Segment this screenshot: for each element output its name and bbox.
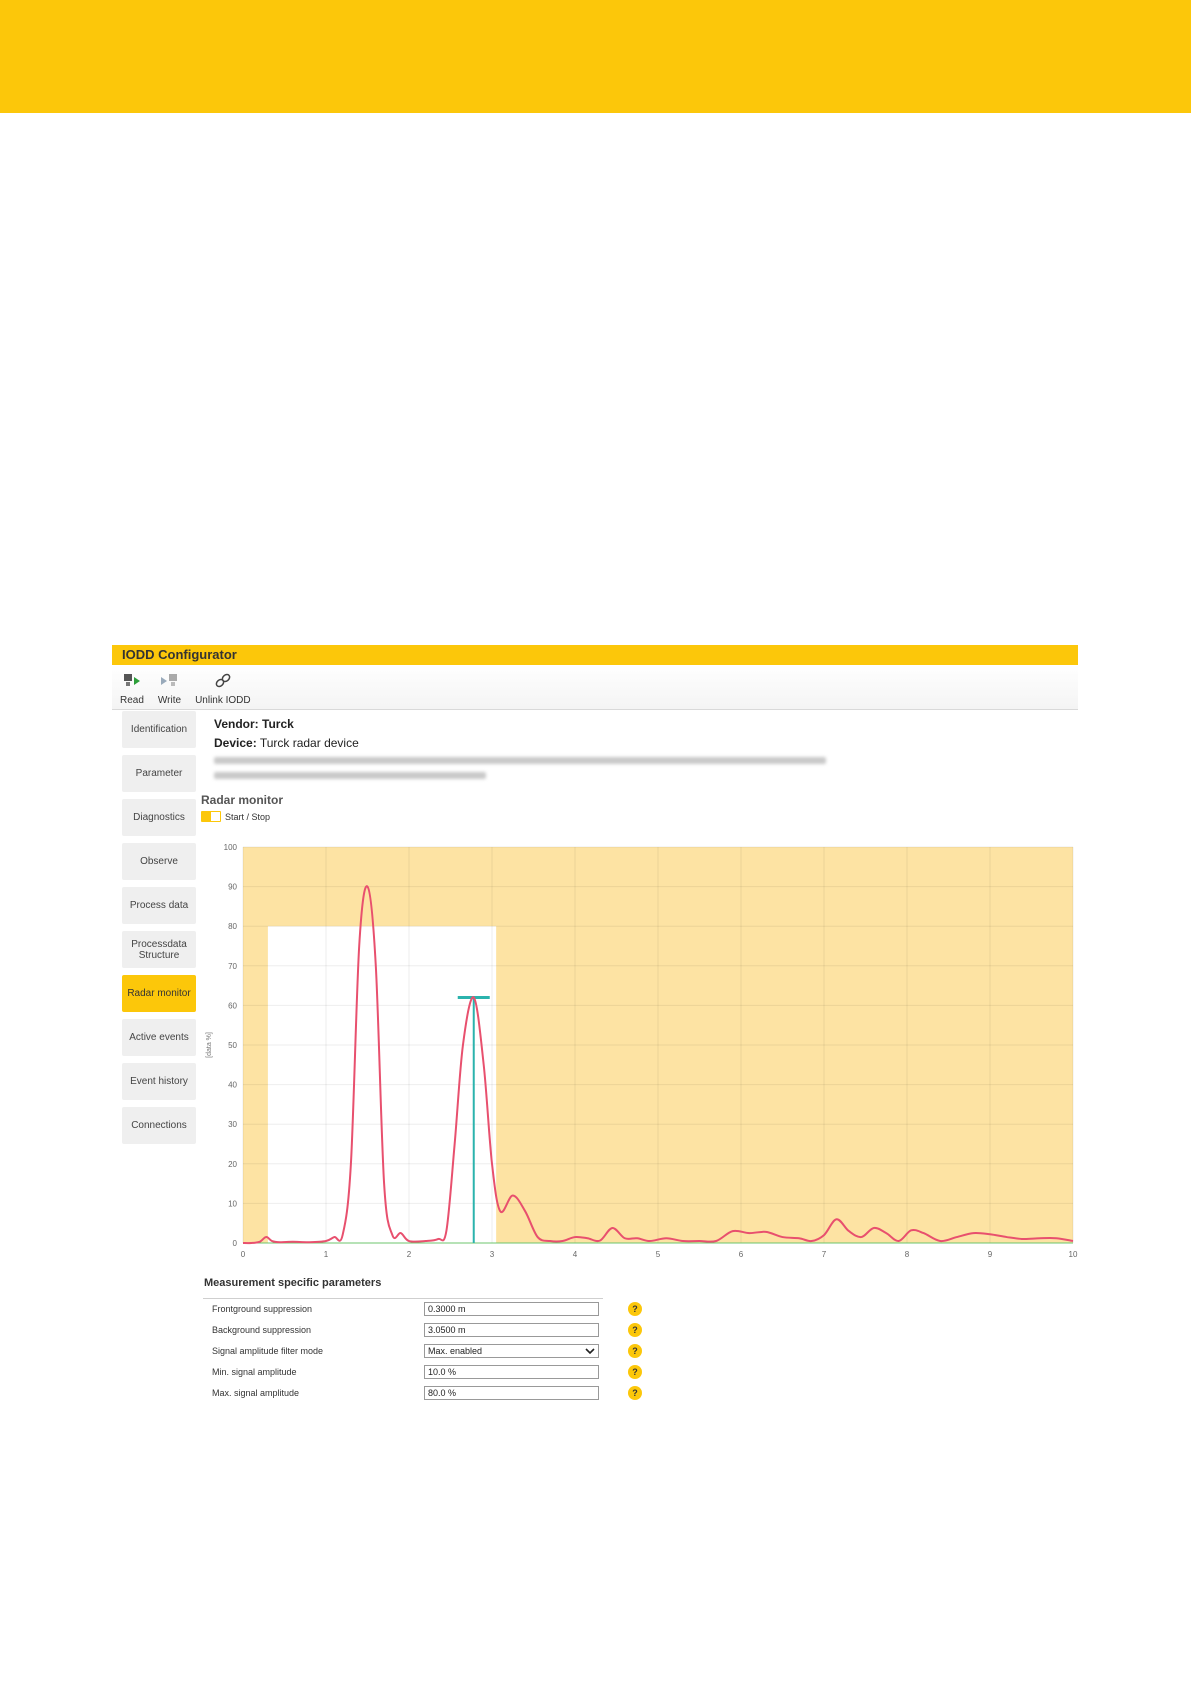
background-suppression-input[interactable]: 3.0500 m [424, 1323, 599, 1337]
x-tick-label: 2 [407, 1250, 412, 1259]
sidebar-item-label: Radar monitor [127, 988, 191, 999]
x-tick-label: 6 [739, 1250, 744, 1259]
help-icon[interactable]: ? [628, 1323, 642, 1337]
start-stop-label: Start / Stop [225, 811, 271, 822]
sidebar-item-label: Diagnostics [133, 812, 185, 823]
device-details-redacted [214, 772, 486, 779]
sidebar-item-label: Identification [130, 724, 188, 735]
param-row-signal-amplitude-filter-mode: Signal amplitude filter mode Max. enable… [212, 1344, 652, 1360]
sidebar-item-connections[interactable]: Connections [122, 1107, 196, 1144]
sidebar-item-processdata-structure[interactable]: Processdata Structure [122, 931, 196, 968]
x-tick-label: 3 [490, 1250, 495, 1259]
help-icon[interactable]: ? [628, 1344, 642, 1358]
read-label: Read [120, 695, 144, 706]
write-label: Write [157, 695, 182, 706]
param-row-max-signal-amplitude: Max. signal amplitude 80.0 % ? [212, 1386, 652, 1402]
x-tick-label: 9 [988, 1250, 993, 1259]
y-tick-label: 100 [224, 843, 238, 852]
y-tick-label: 40 [228, 1081, 237, 1090]
params-title: Measurement specific parameters [204, 1277, 382, 1289]
unlink-iodd-button[interactable]: Unlink IODD [195, 673, 251, 709]
params-divider [203, 1298, 603, 1299]
unlink-icon [215, 673, 231, 688]
start-stop-toggle[interactable] [201, 811, 221, 822]
sidebar-item-active-events[interactable]: Active events [122, 1019, 196, 1056]
sidebar-item-process-data[interactable]: Process data [122, 887, 196, 924]
frontground-suppression-input[interactable]: 0.3000 m [424, 1302, 599, 1316]
y-tick-label: 70 [228, 962, 237, 971]
sidebar-item-diagnostics[interactable]: Diagnostics [122, 799, 196, 836]
y-axis-label: [data %] [206, 1032, 213, 1058]
y-tick-label: 20 [228, 1160, 237, 1169]
param-row-background-suppression: Background suppression 3.0500 m ? [212, 1323, 652, 1339]
param-row-frontground-suppression: Frontground suppression 0.3000 m ? [212, 1302, 652, 1318]
x-tick-label: 8 [905, 1250, 910, 1259]
vendor-value: Turck [262, 717, 294, 731]
radar-chart: 0123456789100102030405060708090100meter[… [206, 843, 1078, 1259]
sidebar-item-label: Event history [130, 1076, 188, 1087]
x-tick-label: 10 [1069, 1250, 1078, 1259]
sidebar-item-observe[interactable]: Observe [122, 843, 196, 880]
x-tick-label: 4 [573, 1250, 578, 1259]
x-tick-label: 0 [241, 1250, 246, 1259]
iodd-configurator-window: IODD Configurator Read Write Unlink IODD… [112, 645, 1078, 1415]
sidebar-item-label: Parameter [135, 768, 183, 779]
x-tick-label: 7 [822, 1250, 827, 1259]
x-tick-label: 1 [324, 1250, 329, 1259]
param-row-min-signal-amplitude: Min. signal amplitude 10.0 % ? [212, 1365, 652, 1381]
param-label: Min. signal amplitude [212, 1367, 297, 1377]
header-band [0, 0, 1191, 113]
sidebar: Identification Parameter Diagnostics Obs… [122, 711, 196, 1151]
unlink-iodd-label: Unlink IODD [195, 695, 251, 706]
help-icon[interactable]: ? [628, 1386, 642, 1400]
param-label: Signal amplitude filter mode [212, 1346, 324, 1356]
sidebar-item-radar-monitor[interactable]: Radar monitor [122, 975, 196, 1012]
start-stop-control: Start / Stop [201, 811, 270, 822]
x-tick-label: 5 [656, 1250, 661, 1259]
sidebar-item-label: Process data [129, 900, 189, 911]
window-title: IODD Configurator [112, 645, 1078, 665]
write-icon [161, 674, 178, 686]
toolbar: Read Write Unlink IODD [112, 665, 1078, 710]
sidebar-item-label: Observe [140, 856, 178, 867]
y-tick-label: 60 [228, 1001, 237, 1010]
y-tick-label: 0 [233, 1239, 238, 1248]
max-signal-amplitude-input[interactable]: 80.0 % [424, 1386, 599, 1400]
device-info: Device: Turck radar device [214, 736, 359, 750]
sidebar-item-label: Active events [129, 1032, 189, 1043]
param-label: Max. signal amplitude [212, 1388, 300, 1398]
min-signal-amplitude-input[interactable]: 10.0 % [424, 1365, 599, 1379]
sidebar-item-parameter[interactable]: Parameter [122, 755, 196, 792]
vendor-label: Vendor: [214, 717, 259, 731]
y-tick-label: 10 [228, 1199, 237, 1208]
help-icon[interactable]: ? [628, 1365, 642, 1379]
sidebar-item-identification[interactable]: Identification [122, 711, 196, 748]
y-tick-label: 30 [228, 1120, 237, 1129]
help-icon[interactable]: ? [628, 1302, 642, 1316]
y-tick-label: 90 [228, 883, 237, 892]
chevron-down-icon [585, 1348, 595, 1355]
device-value: Turck radar device [259, 736, 359, 750]
read-button[interactable]: Read [120, 673, 144, 709]
param-label: Background suppression [212, 1325, 312, 1335]
sidebar-item-event-history[interactable]: Event history [122, 1063, 196, 1100]
param-label: Frontground suppression [212, 1304, 313, 1314]
signal-amplitude-filter-mode-select[interactable]: Max. enabled [424, 1344, 599, 1358]
device-description-redacted [214, 757, 826, 764]
y-tick-label: 50 [228, 1041, 237, 1050]
select-value: Max. enabled [428, 1346, 483, 1356]
sidebar-item-label: Connections [131, 1120, 187, 1131]
y-tick-label: 80 [228, 922, 237, 931]
read-icon [123, 674, 140, 686]
sidebar-item-label: Processdata Structure [131, 938, 187, 961]
write-button[interactable]: Write [158, 673, 181, 709]
device-label: Device: [214, 736, 257, 750]
vendor-info: Vendor: Turck [214, 717, 294, 731]
radar-monitor-title: Radar monitor [201, 793, 284, 807]
